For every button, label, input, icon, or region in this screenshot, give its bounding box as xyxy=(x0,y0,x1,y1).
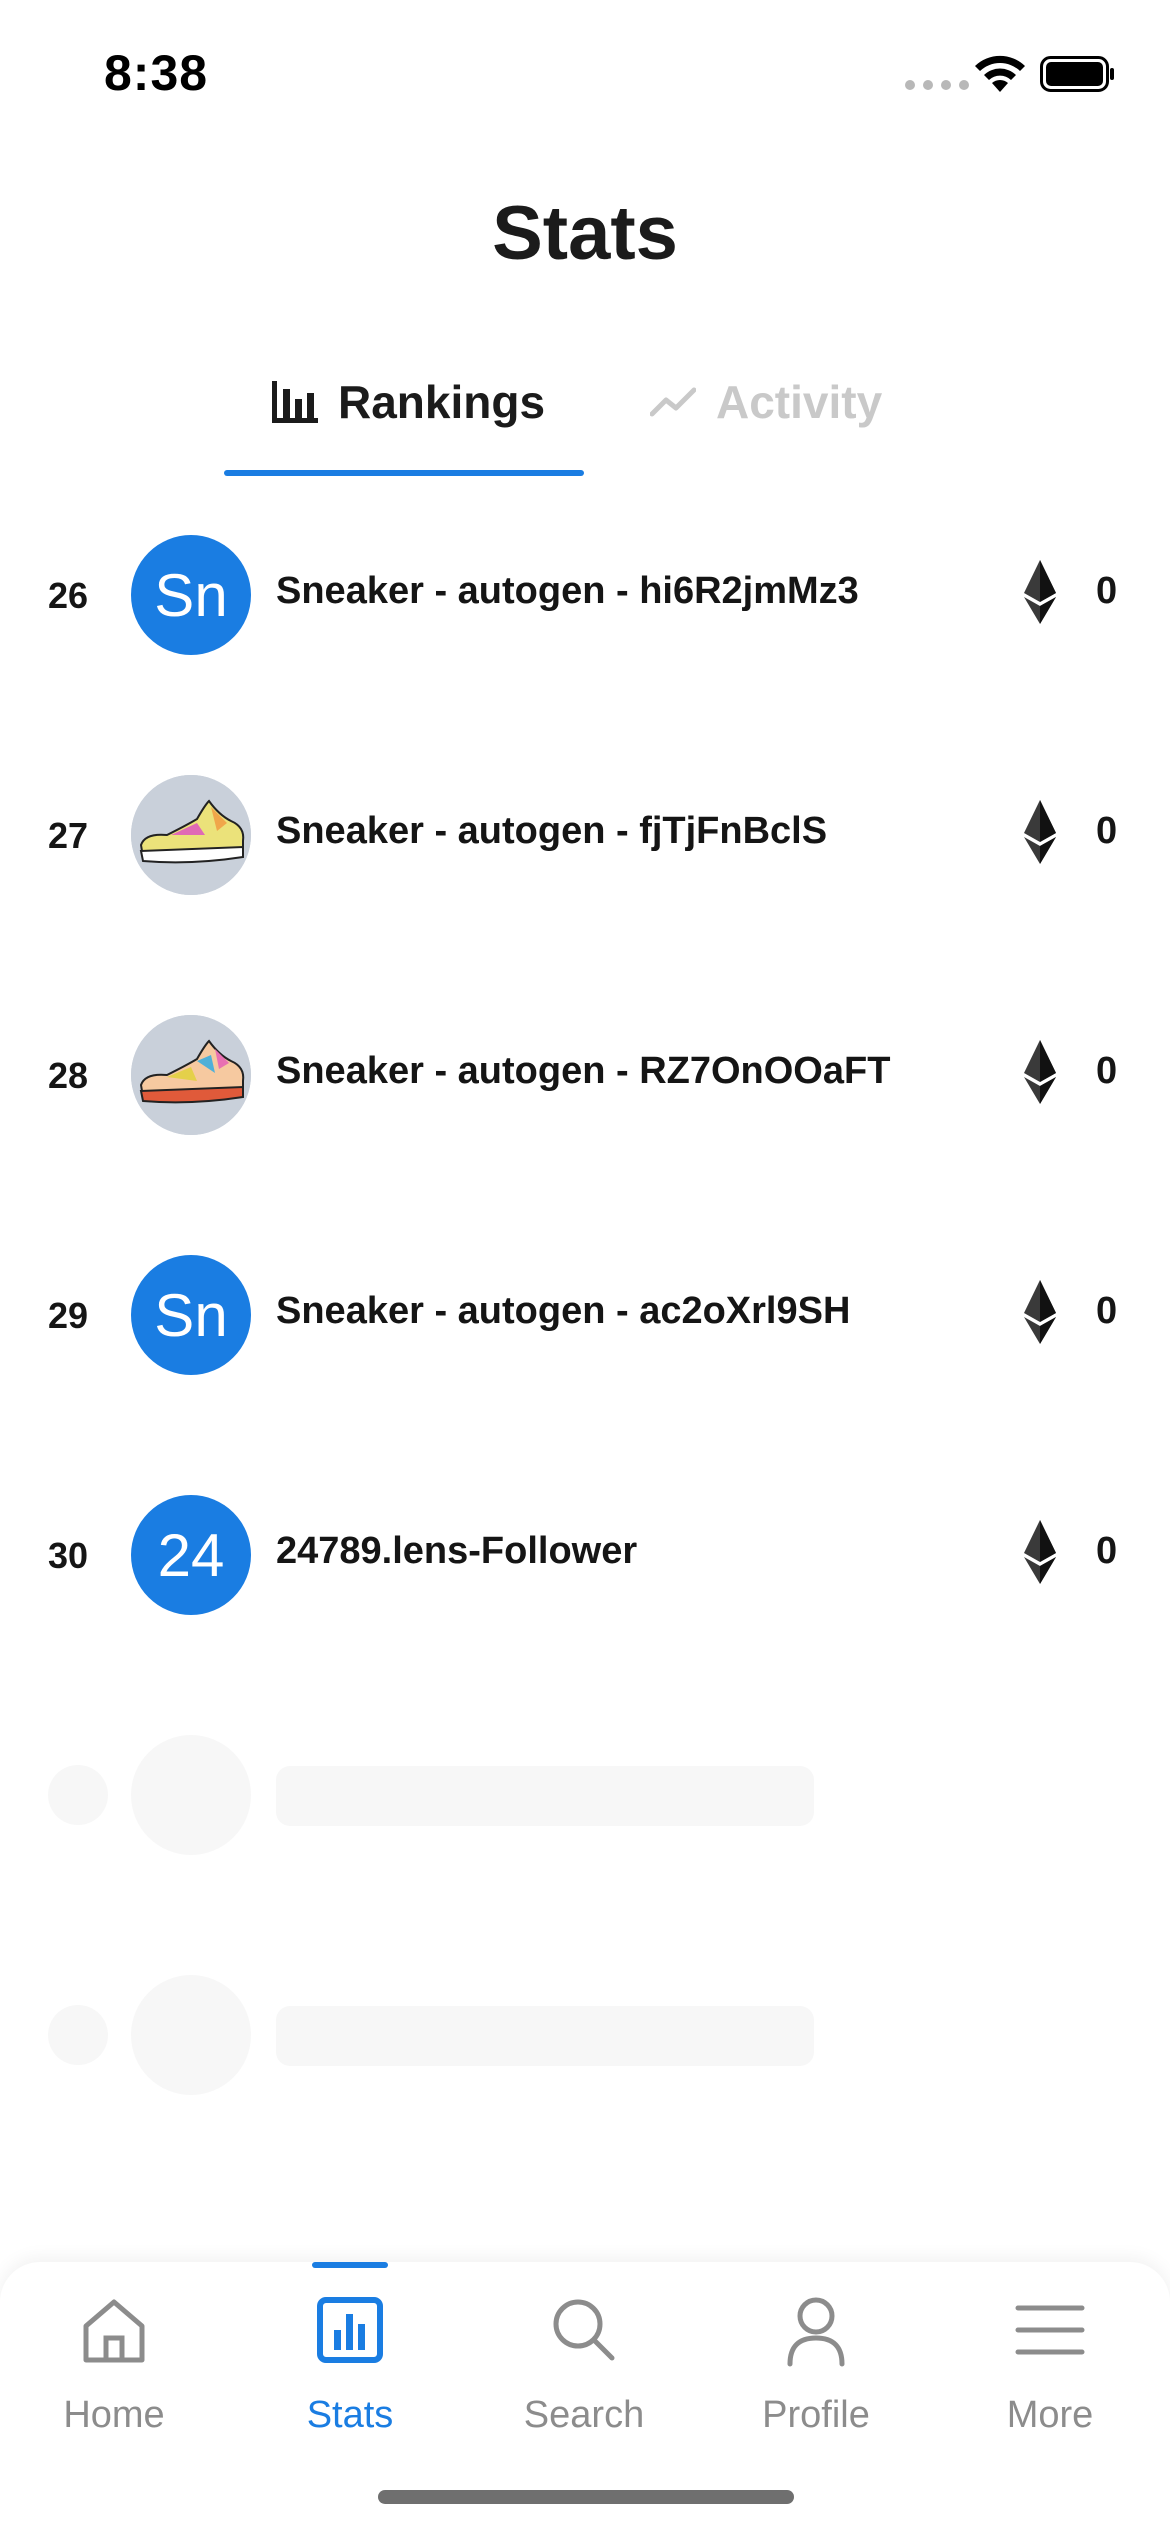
tab-activity-label: Activity xyxy=(716,376,883,428)
menu-icon xyxy=(1015,2305,1085,2355)
stats-screen: 8:38 Stats Rankings Activity 26 Sn Sneak… xyxy=(0,0,1170,2532)
nav-stats[interactable]: Stats xyxy=(250,2290,450,2470)
profile-icon xyxy=(787,2297,845,2367)
ethereum-icon xyxy=(1024,1280,1056,1344)
wifi-icon xyxy=(975,55,1025,92)
collection-name: 24789.lens-Follower xyxy=(276,1530,638,1572)
status-bar: 8:38 xyxy=(0,0,1170,150)
avatar: 24 xyxy=(131,1495,251,1615)
ranking-row[interactable]: 30 24 24789.lens-Follower 0 xyxy=(0,1490,1170,1620)
nav-home-label: Home xyxy=(63,2394,165,2436)
ranking-row[interactable]: 29 Sn Sneaker - autogen - ac2oXrl9SH 0 xyxy=(0,1250,1170,1380)
trend-line-icon xyxy=(650,387,696,417)
tab-rankings[interactable]: Rankings xyxy=(272,372,545,432)
sneaker-image xyxy=(131,775,251,895)
volume-value: 0 xyxy=(1096,570,1118,612)
active-tab-indicator xyxy=(224,470,584,476)
tab-rankings-label: Rankings xyxy=(338,376,546,428)
loading-skeleton-row xyxy=(0,1730,1170,1860)
home-icon xyxy=(83,2299,145,2363)
tab-activity[interactable]: Activity xyxy=(650,372,882,432)
rank-number: 30 xyxy=(48,1535,89,1576)
volume-value: 0 xyxy=(1096,1530,1118,1572)
volume-value: 0 xyxy=(1096,1290,1118,1332)
ethereum-icon xyxy=(1024,1520,1056,1584)
stats-icon xyxy=(317,2297,383,2363)
ethereum-icon xyxy=(1024,560,1056,624)
nav-profile-label: Profile xyxy=(762,2394,870,2436)
home-indicator xyxy=(378,2490,794,2504)
collection-name: Sneaker - autogen - hi6R2jmMz3 xyxy=(276,570,859,612)
avatar: Sn xyxy=(131,1255,251,1375)
ranking-row[interactable]: 27 Sneaker - autogen - fjTjFnBclS 0 xyxy=(0,770,1170,900)
nav-search[interactable]: Search xyxy=(484,2290,684,2470)
ethereum-icon xyxy=(1024,800,1056,864)
collection-name: Sneaker - autogen - RZ7OnOOaFT xyxy=(276,1050,891,1092)
cellular-signal-icon xyxy=(905,80,969,90)
nav-more[interactable]: More xyxy=(950,2290,1150,2470)
volume-value: 0 xyxy=(1096,1050,1118,1092)
nav-profile[interactable]: Profile xyxy=(716,2290,916,2470)
collection-name: Sneaker - autogen - fjTjFnBclS xyxy=(276,810,828,852)
battery-icon xyxy=(1040,56,1114,92)
bar-chart-icon xyxy=(272,381,318,423)
volume-value: 0 xyxy=(1096,810,1118,852)
search-icon xyxy=(553,2299,615,2361)
avatar xyxy=(131,775,251,895)
nav-search-label: Search xyxy=(523,2394,645,2436)
page-title: Stats xyxy=(492,191,678,276)
sneaker-image xyxy=(131,1015,251,1135)
active-nav-indicator xyxy=(312,2262,388,2268)
nav-more-label: More xyxy=(1006,2394,1094,2436)
rank-number: 28 xyxy=(48,1055,89,1096)
rank-number: 27 xyxy=(48,815,89,856)
rank-number: 29 xyxy=(48,1295,89,1336)
avatar: Sn xyxy=(131,535,251,655)
collection-name: Sneaker - autogen - ac2oXrl9SH xyxy=(276,1290,851,1332)
avatar xyxy=(131,1015,251,1135)
status-time: 8:38 xyxy=(104,45,209,101)
ranking-row[interactable]: 28 Sneaker - autogen - RZ7OnOOaFT 0 xyxy=(0,1010,1170,1140)
loading-skeleton-row xyxy=(0,1970,1170,2100)
ethereum-icon xyxy=(1024,1040,1056,1104)
rank-number: 26 xyxy=(48,575,89,616)
nav-home[interactable]: Home xyxy=(14,2290,214,2470)
nav-stats-label: Stats xyxy=(306,2394,394,2436)
ranking-row[interactable]: 26 Sn Sneaker - autogen - hi6R2jmMz3 0 xyxy=(0,530,1170,660)
